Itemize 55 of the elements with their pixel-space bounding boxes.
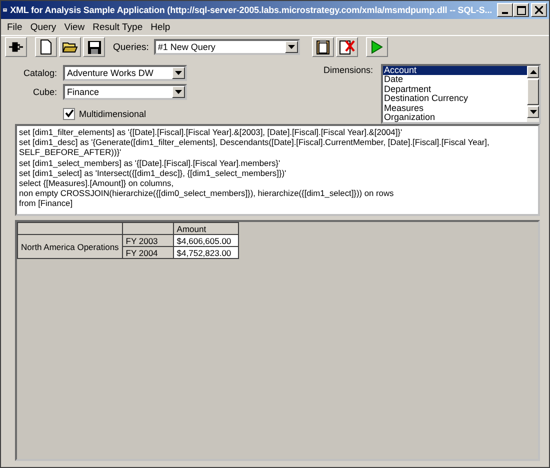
list-item[interactable]: Destination Currency: [383, 94, 527, 104]
queries-label: Queries:: [113, 42, 149, 52]
catalog-label: Catalog:: [22, 68, 57, 78]
list-item[interactable]: Account: [383, 66, 527, 76]
menu-item[interactable]: File: [3, 22, 26, 32]
query-line: set [dim1_desc] as '{Generate([dim1_filter_elements], Descendants([Date].[Fiscal].CurrentMember, [Date].[Fiscal].[Fiscal Year],: [19, 137, 490, 148]
cube-dropdown[interactable]: Finance: [63, 84, 187, 100]
query-line: from [Finance]: [19, 198, 74, 209]
play-icon: [370, 40, 383, 54]
query-line: set [dim1_select] as 'Intersect({[dim1_desc]}, {[dim1_select_members]})': [19, 168, 288, 178]
list-item[interactable]: Organization: [383, 113, 527, 122]
document-cross-icon: [338, 39, 355, 55]
query-line: non empty CROSSJOIN(hierarchize({[dim0_select_members]}), hierarchize({[dim1_select]})) on rows: [19, 188, 395, 198]
maximize-button[interactable]: [513, 3, 529, 17]
table-cell: $4,606,605.00: [173, 234, 238, 246]
column-header: Amount: [173, 222, 238, 234]
row-label: FY 2003: [122, 234, 174, 246]
row-header: North America Operations: [18, 234, 122, 258]
scrollbar[interactable]: [527, 66, 539, 122]
menu-item[interactable]: Query: [26, 22, 60, 32]
clipboard-icon: [316, 39, 330, 55]
catalog-dropdown[interactable]: Adventure Works DW: [63, 64, 187, 80]
multidimensional-label: Multidimensional: [79, 108, 146, 118]
scroll-thumb[interactable]: [527, 79, 539, 105]
dimensions-label: Dimensions:: [323, 65, 373, 77]
query-line: set [dim1_select_members] as '{[Date].[Fiscal].[Fiscal Year].members}': [19, 158, 282, 168]
query-line: select {[Measures].[Amount]} on columns,: [19, 178, 175, 188]
close-icon: [535, 6, 543, 14]
close-button[interactable]: [531, 3, 547, 17]
menu-item[interactable]: Help: [146, 22, 174, 32]
maximize-icon: [516, 6, 526, 14]
run-button[interactable]: [366, 37, 388, 57]
list-item[interactable]: Department: [383, 84, 527, 94]
table-cell: $4,752,823.00: [173, 246, 238, 258]
new-button[interactable]: [35, 37, 57, 57]
list-item[interactable]: Date: [383, 75, 527, 85]
save-button[interactable]: [83, 37, 105, 57]
query-line: SELF_BEFORE_AFTER))}': [19, 147, 122, 158]
query-line: set [dim1_filter_elements] as '{[Date].[Fiscal].[Fiscal Year].&[2003], [Date].[Fiscal].[Fiscal Year].&[2004]}': [19, 127, 404, 138]
window-title: XML for Analysis Sample Application (http://sql-server-2005.labs.microstrategy.com/xmla/msmdpump.dll -- SQL-S...: [10, 5, 492, 15]
folder-icon: [62, 40, 78, 54]
connect-button[interactable]: [5, 37, 27, 57]
minimize-button[interactable]: [497, 3, 513, 17]
query-dropdown[interactable]: #1 New Query: [154, 39, 300, 55]
paste-query-button[interactable]: [312, 37, 334, 57]
open-button[interactable]: [59, 37, 81, 57]
list-item[interactable]: Measures: [383, 104, 527, 114]
delete-query-button[interactable]: [336, 37, 358, 57]
document-icon: [39, 39, 53, 55]
cube-label: Cube:: [32, 86, 57, 96]
query-editor[interactable]: [15, 124, 540, 216]
checkbox[interactable]: [63, 108, 75, 120]
menu-item[interactable]: View: [60, 22, 89, 32]
menu-item[interactable]: Result Type: [88, 22, 147, 32]
row-label: FY 2004: [122, 246, 174, 258]
